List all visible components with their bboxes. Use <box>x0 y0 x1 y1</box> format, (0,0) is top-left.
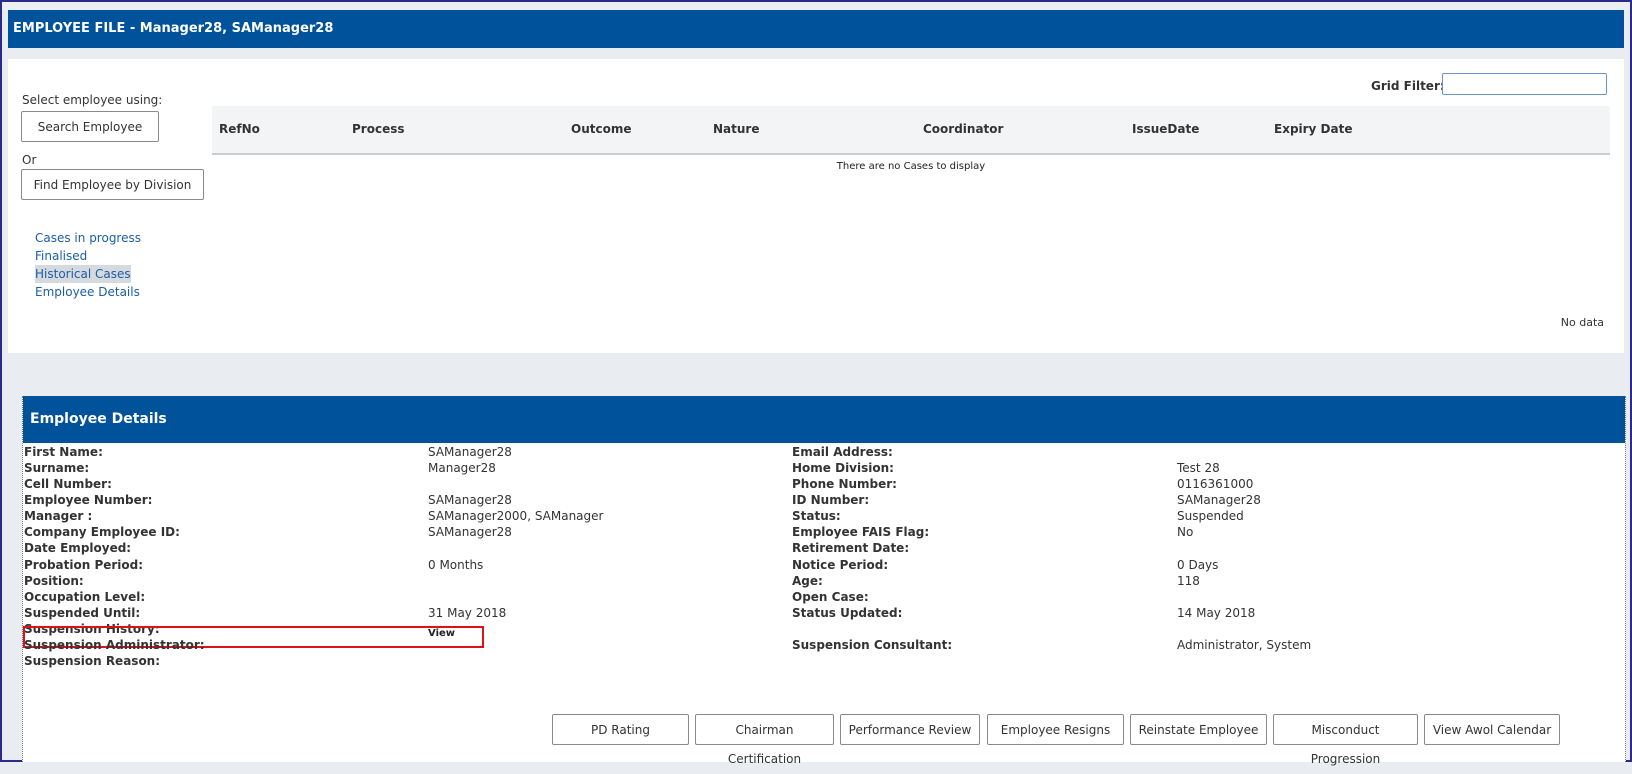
performance-review-button[interactable]: Performance Review <box>840 714 980 745</box>
field-value: Administrator, System <box>1177 638 1312 652</box>
field-label: Employee Number: <box>24 493 153 507</box>
page-title: EMPLOYEE FILE - Manager28, SAManager28 <box>8 10 1624 48</box>
column-header-outcome[interactable]: Outcome <box>571 122 631 136</box>
field-value: 0116361000 <box>1177 477 1254 491</box>
find-by-division-button[interactable]: Find Employee by Division <box>21 169 204 200</box>
reinstate-employee-button[interactable]: Reinstate Employee <box>1130 714 1267 745</box>
employee-details-header: Employee Details <box>23 396 1625 443</box>
select-employee-label: Select employee using: <box>22 93 163 107</box>
field-label: Age: <box>792 574 823 588</box>
field-label: Cell Number: <box>24 477 112 491</box>
field-label: Status Updated: <box>792 606 903 620</box>
cases-grid: RefNo Process Outcome Nature Coordinator… <box>212 106 1610 172</box>
field-value: Manager28 <box>428 461 496 475</box>
pd-rating-button[interactable]: PD Rating <box>552 714 689 745</box>
field-label: Notice Period: <box>792 558 889 572</box>
field-label: Manager : <box>24 509 93 523</box>
misconduct-progression-button[interactable]: Misconduct Progression <box>1273 714 1418 766</box>
field-value: SAManager28 <box>428 525 512 539</box>
field-label: Suspension Administrator: <box>24 638 205 652</box>
field-label: Company Employee ID: <box>24 525 180 539</box>
column-header-process[interactable]: Process <box>352 122 405 136</box>
column-header-refno[interactable]: RefNo <box>219 122 260 136</box>
column-header-expiry-date[interactable]: Expiry Date <box>1274 122 1353 136</box>
field-label: Employee FAIS Flag: <box>792 525 930 539</box>
field-value: 0 Months <box>428 558 484 572</box>
field-value: SAManager28 <box>1177 493 1261 507</box>
top-strip <box>2 2 1630 10</box>
case-links: Cases in progress Finalised Historical C… <box>35 229 141 301</box>
field-label: Open Case: <box>792 590 869 604</box>
link-cases-in-progress[interactable]: Cases in progress <box>35 229 141 247</box>
chairman-certification-button[interactable]: Chairman Certification <box>695 714 834 766</box>
column-header-coordinator[interactable]: Coordinator <box>923 122 1003 136</box>
field-label: Phone Number: <box>792 477 897 491</box>
field-label: Surname: <box>24 461 90 475</box>
employee-resigns-button[interactable]: Employee Resigns <box>987 714 1124 745</box>
field-value: SAManager28 <box>428 493 512 507</box>
link-employee-details[interactable]: Employee Details <box>35 283 140 301</box>
field-value: 0 Days <box>1177 558 1219 572</box>
field-label: Home Division: <box>792 461 894 475</box>
field-value: SAManager2000, SAManager <box>428 509 604 523</box>
field-label: Suspension Consultant: <box>792 638 953 652</box>
column-header-issuedate[interactable]: IssueDate <box>1132 122 1199 136</box>
field-label: Probation Period: <box>24 558 144 572</box>
grid-filter-input[interactable] <box>1442 73 1607 95</box>
field-label: Position: <box>24 574 84 588</box>
column-header-nature[interactable]: Nature <box>713 122 759 136</box>
field-label: Suspended Until: <box>24 606 141 620</box>
field-label: Suspension Reason: <box>24 654 161 668</box>
field-value: Test 28 <box>1177 461 1220 475</box>
case-panel: Select employee using: Search Employee O… <box>8 59 1624 353</box>
field-label: Retirement Date: <box>792 541 910 555</box>
field-label: Date Employed: <box>24 541 132 555</box>
employee-details-panel: Employee Details First Name: SAManager28… <box>22 396 1626 766</box>
field-value: 14 May 2018 <box>1177 606 1256 620</box>
field-label: First Name: <box>24 445 103 459</box>
no-data-label: No data <box>1560 316 1604 329</box>
field-label: Status: <box>792 509 841 523</box>
field-value: 118 <box>1177 574 1200 588</box>
search-employee-button[interactable]: Search Employee <box>21 111 159 142</box>
status-value: Suspended <box>1177 509 1244 523</box>
link-historical-cases[interactable]: Historical Cases <box>35 265 131 283</box>
field-value: 31 May 2018 <box>428 606 507 620</box>
grid-filter-label: Grid Filter: <box>1371 79 1445 93</box>
view-awol-calendar-button[interactable]: View Awol Calendar <box>1424 714 1560 745</box>
empty-grid-message: There are no Cases to display <box>836 161 986 172</box>
or-label: Or <box>22 153 37 167</box>
grid-header: RefNo Process Outcome Nature Coordinator… <box>212 106 1610 155</box>
field-value: SAManager28 <box>428 445 512 459</box>
field-label: Email Address: <box>792 445 893 459</box>
field-value: No <box>1177 525 1194 539</box>
field-label: Occupation Level: <box>24 590 146 604</box>
link-finalised[interactable]: Finalised <box>35 247 87 265</box>
field-label: ID Number: <box>792 493 870 507</box>
